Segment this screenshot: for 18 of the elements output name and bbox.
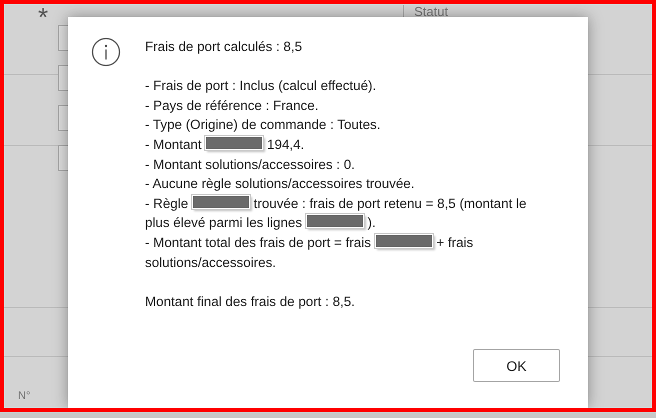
field-label: N° (18, 390, 32, 402)
message-text: Montant final des frais de port : 8,5. (145, 292, 356, 311)
message-text: - Montant total des frais de port = frais + frais solutions/accessoires. (145, 232, 474, 272)
required-mark: * (38, 4, 48, 30)
message-text: - Aucune règle solutions/accessoires trouvée. (145, 175, 416, 194)
redaction-mark (192, 194, 250, 209)
message-text: - Montant solutions/accessoires : 0. (145, 156, 356, 174)
message-text: - Pays de référence : France. (145, 96, 320, 115)
redaction-mark (374, 234, 433, 248)
redaction-mark (205, 136, 264, 150)
ok-button[interactable]: OK (473, 349, 560, 382)
info-icon (91, 37, 121, 67)
message-text: - Frais de port : Inclus (calcul effectué). (145, 77, 378, 96)
message-text: Frais de port calculés : 8,5 (145, 38, 304, 56)
redaction-mark (306, 214, 364, 228)
message-text: - Règle trouvée : frais de port retenu = 8,5 (montant le plus élevé parmi les lignes ). (145, 194, 528, 232)
message-text: - Type (Origine) de commande : Toutes. (145, 116, 382, 134)
message-text: - Montant 194,4. (145, 134, 306, 154)
